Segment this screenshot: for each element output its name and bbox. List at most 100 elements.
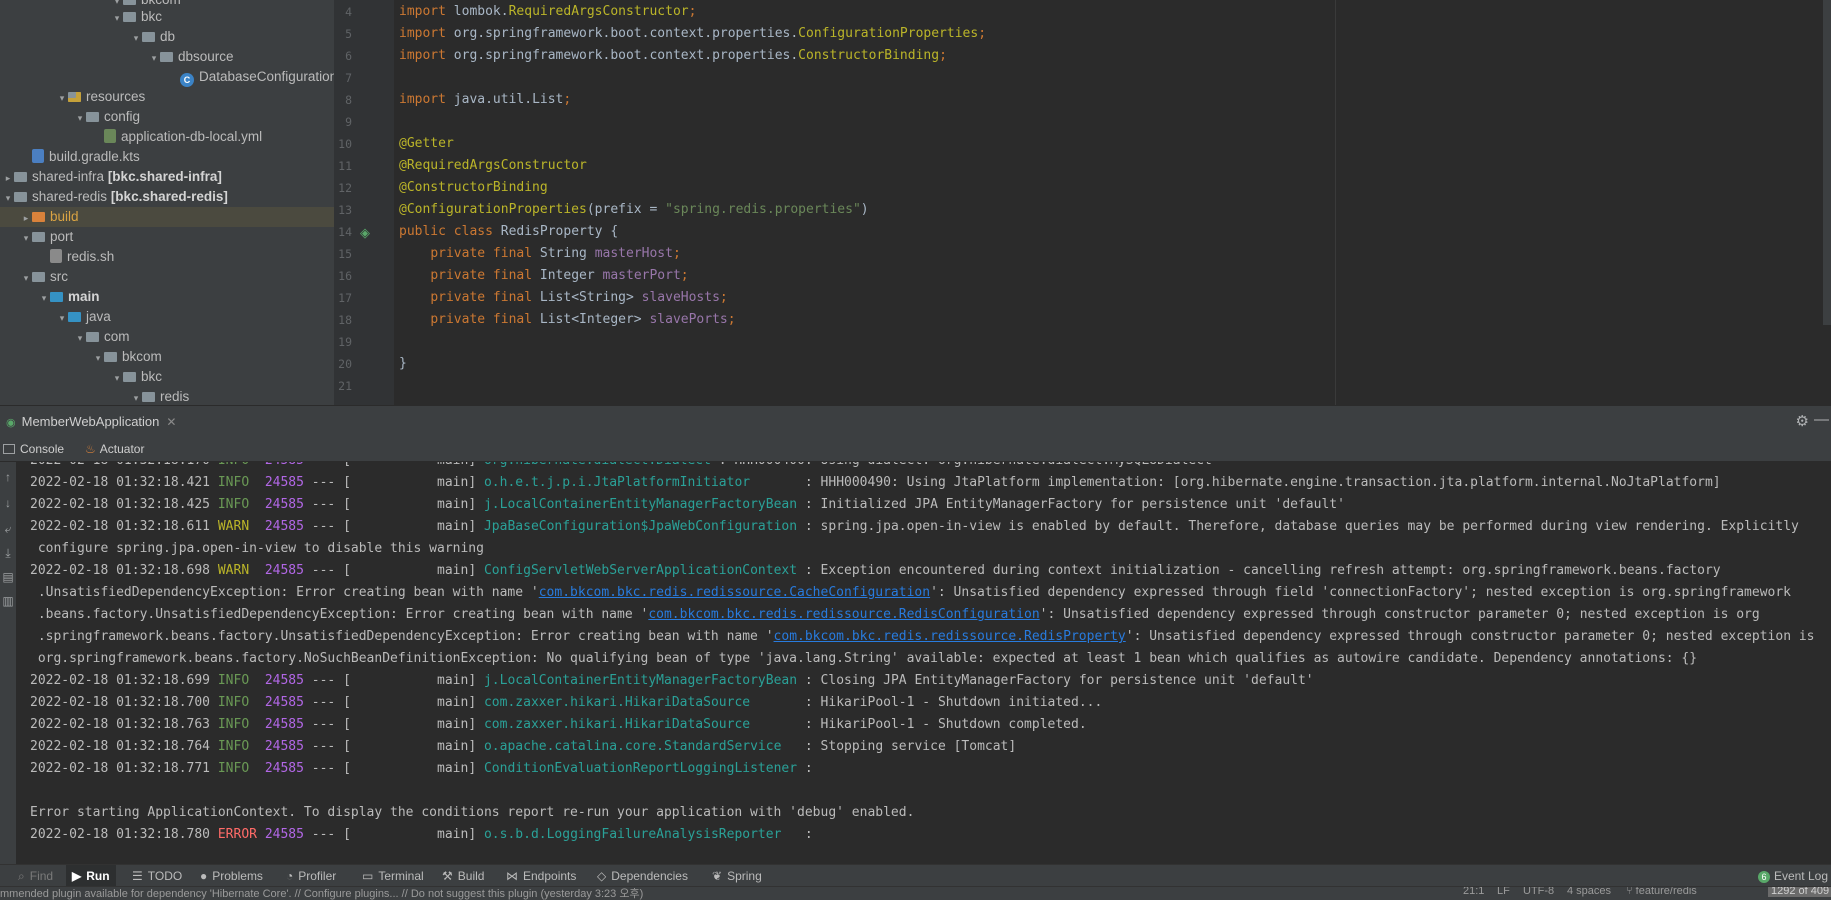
tree-item[interactable]: application-db-local.yml	[0, 127, 334, 147]
tree-item[interactable]: ▾ src	[0, 267, 334, 287]
chevron-icon[interactable]: ▾	[148, 48, 160, 68]
tab-console[interactable]: Console	[0, 437, 64, 461]
chevron-icon[interactable]: ▾	[111, 8, 123, 28]
code-line: import org.springframework.boot.context.…	[399, 26, 986, 41]
excluded-folder-icon	[32, 212, 45, 222]
toolwindow-problems-button[interactable]: ● Problems	[200, 865, 263, 887]
field-name: masterPort	[602, 268, 681, 283]
log-logger[interactable]: com.zaxxer.hikari.HikariDataSource	[484, 695, 797, 710]
log-logger[interactable]: o.apache.catalina.core.StandardService	[484, 739, 797, 754]
chevron-icon[interactable]: ▾	[74, 108, 86, 128]
tree-item[interactable]: ▾ java	[0, 307, 334, 327]
code-text: java.util.List	[453, 92, 564, 107]
toolwindow-build-button[interactable]: ⚒ Build	[442, 865, 484, 887]
caret-position[interactable]: 21:1	[1463, 887, 1484, 897]
log-logger[interactable]: o.h.e.t.j.p.i.JtaPlatformInitiator	[484, 475, 797, 490]
editor-scrollbar[interactable]	[1823, 0, 1831, 325]
toolwindow-terminal-button[interactable]: ▭ Terminal	[362, 865, 424, 887]
tree-item[interactable]: ▾ bkc	[0, 7, 334, 27]
tree-item[interactable]: ▸ build	[0, 207, 334, 227]
tree-item[interactable]: ▾ db	[0, 27, 334, 47]
down-arrow-icon[interactable]: ↓	[2, 496, 14, 512]
log-logger[interactable]: ConfigServletWebServerApplicationContext	[484, 563, 797, 578]
tree-item[interactable]: redis.sh	[0, 247, 334, 267]
log-logger[interactable]: j.LocalContainerEntityManagerFactoryBean	[484, 497, 797, 512]
tree-item[interactable]: ▾ bkc	[0, 367, 334, 387]
close-icon[interactable]: ✕	[166, 415, 176, 429]
chevron-icon[interactable]: ▾	[56, 308, 68, 328]
code-editor[interactable]: 4 5 6 7 8 9 10 11 12 13 14 15 16 17 18 19 20 21 ◈ import l…	[334, 0, 1831, 405]
tree-item-label: db	[160, 29, 176, 44]
chevron-icon[interactable]: ▾	[20, 228, 32, 248]
log-logger[interactable]: j.LocalContainerEntityManagerFactoryBean	[484, 673, 797, 688]
class-link[interactable]: com.bkcom.bkc.redis.redissource.RedisPro…	[774, 629, 1126, 644]
branch-widget[interactable]: ⑂ feature/redis	[1626, 887, 1697, 897]
soft-wrap-icon[interactable]: ⤶	[2, 522, 14, 538]
line-separator[interactable]: LF	[1497, 887, 1510, 897]
chevron-icon[interactable]: ▾	[38, 288, 50, 308]
chevron-icon[interactable]: ▸	[2, 168, 14, 188]
toolwindow-todo-button[interactable]: ☰ TODO	[132, 865, 182, 887]
minimize-icon[interactable]: —	[1814, 411, 1829, 428]
chevron-icon[interactable]: ▾	[92, 348, 104, 368]
code-line: @ConstructorBinding	[399, 180, 548, 195]
annotation: @ConstructorBinding	[399, 180, 548, 195]
tree-item[interactable]: ▾ port	[0, 227, 334, 247]
tree-item[interactable]: ▾ com	[0, 327, 334, 347]
chevron-icon[interactable]: ▾	[20, 268, 32, 288]
problems-label: Problems	[212, 869, 263, 883]
chevron-icon[interactable]: ▾	[56, 88, 68, 108]
log-separator: --- [	[311, 761, 351, 776]
tab-actuator[interactable]: ♨ Actuator	[85, 437, 144, 461]
log-logger[interactable]: com.zaxxer.hikari.HikariDataSource	[484, 717, 797, 732]
type-name: String	[539, 246, 595, 261]
tree-item[interactable]: ▸ shared-infra [bkc.shared-infra]	[0, 167, 334, 187]
scroll-to-end-icon[interactable]: ⤓	[2, 546, 14, 562]
toolwindow-run-button[interactable]: ▶ Run	[66, 865, 116, 887]
class-link[interactable]: com.bkcom.bkc.redis.redissource.CacheCon…	[539, 585, 930, 600]
run-gutter-icon[interactable]: ◈	[360, 225, 370, 241]
toolwindow-profiler-button[interactable]: ◔ Profiler	[286, 865, 336, 887]
class-link[interactable]: com.bkcom.bkc.redis.redissource.RedisCon…	[648, 607, 1039, 622]
memory-indicator[interactable]: 1292 of 409	[1768, 887, 1831, 897]
console-line: 2022-02-18 01:32:18.611 WARN 24585 --- […	[30, 519, 1799, 534]
console-output[interactable]: 2022-02-18 01:32:18.170 INFO 24585 --- […	[16, 462, 1831, 864]
keyword: import	[399, 48, 454, 63]
trash-icon[interactable]: ▥	[2, 594, 14, 610]
chevron-icon[interactable]: ▾	[130, 28, 142, 48]
toolwindow-endpoints-button[interactable]: ⋈ Endpoints	[506, 865, 576, 887]
folder-icon	[142, 392, 155, 402]
run-config-tab[interactable]: ◉ MemberWebApplication ✕	[0, 410, 186, 434]
log-logger[interactable]: o.s.b.d.LoggingFailureAnalysisReporter	[484, 827, 797, 842]
event-log-button[interactable]: 6 Event Log	[1757, 865, 1828, 887]
chevron-icon[interactable]: ▾	[111, 368, 123, 388]
tree-item[interactable]: ▾ redis	[0, 387, 334, 405]
tree-item[interactable]: ▾ bkcom	[0, 347, 334, 367]
up-arrow-icon[interactable]: ↑	[2, 470, 14, 486]
tree-item[interactable]: ▾ main	[0, 287, 334, 307]
status-message[interactable]: mmended plugin available for dependency …	[0, 887, 643, 900]
tree-item[interactable]: C DatabaseConfiguration	[0, 67, 334, 87]
log-logger[interactable]: JpaBaseConfiguration$JpaWebConfiguration	[484, 519, 797, 534]
project-tree[interactable]: ▾bkcom▾bkc▾db▾dbsourceCDatabaseConfigura…	[0, 0, 334, 405]
toolwindow-dependencies-button[interactable]: ◇ Dependencies	[597, 865, 688, 887]
toolwindow-spring-button[interactable]: ❦ Spring	[712, 865, 762, 887]
tree-item[interactable]: ▾ config	[0, 107, 334, 127]
print-icon[interactable]: ▤	[2, 570, 14, 586]
tree-item[interactable]: ▾ resources	[0, 87, 334, 107]
log-message: : HHH000400: Using dialect: org.hibernat…	[719, 462, 1212, 468]
tree-item[interactable]: build.gradle.kts	[0, 147, 334, 167]
tree-item[interactable]: ▾ dbsource	[0, 47, 334, 67]
indent-setting[interactable]: 4 spaces	[1567, 887, 1611, 897]
gear-icon[interactable]: ⚙	[1796, 412, 1809, 430]
log-logger[interactable]: org.hibernate.dialect.Dialect	[484, 462, 711, 468]
file-encoding[interactable]: UTF-8	[1523, 887, 1554, 897]
chevron-icon[interactable]: ▸	[20, 208, 32, 228]
chevron-icon[interactable]: ▾	[2, 188, 14, 208]
chevron-icon[interactable]: ▾	[74, 328, 86, 348]
log-logger[interactable]: ConditionEvaluationReportLoggingListener	[484, 761, 797, 776]
tree-item[interactable]: ▾ shared-redis [bkc.shared-redis]	[0, 187, 334, 207]
todo-label: TODO	[147, 869, 183, 883]
toolwindow-find-button[interactable]: ⌕ Find	[18, 865, 53, 887]
chevron-icon[interactable]: ▾	[130, 388, 142, 405]
